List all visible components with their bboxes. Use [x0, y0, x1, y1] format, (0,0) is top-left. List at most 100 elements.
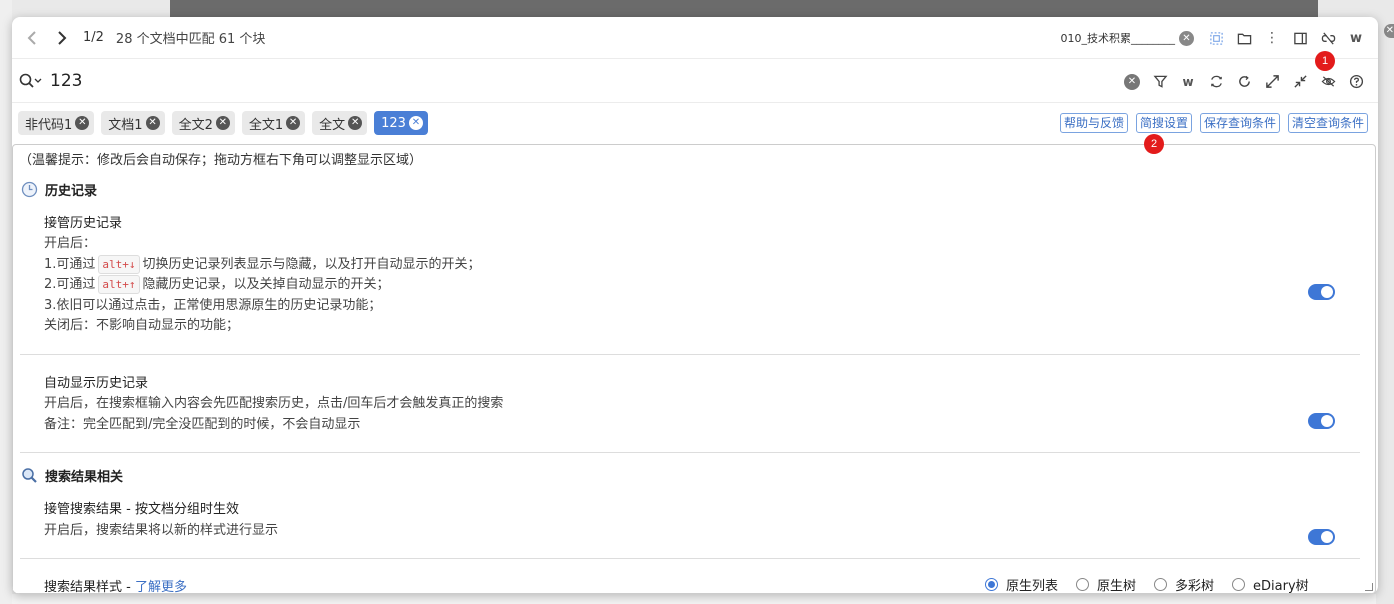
- radio-label: 原生列表: [1006, 579, 1059, 594]
- radio-label: 原生树: [1097, 579, 1137, 594]
- next-page-icon[interactable]: [51, 27, 73, 49]
- desc-text: 1.可通过: [44, 256, 96, 272]
- search-dialog: 1/2 28 个文档中匹配 61 个块 010_技术积累________ ✕ ⋮…: [12, 17, 1378, 594]
- settings-panel: （温馨提示：修改后会自动保存；拖动方框右下角可以调整显示区域） 历史记录 接管历…: [12, 144, 1376, 594]
- word-match-label: w: [1349, 30, 1362, 46]
- results-section-title: 搜索结果相关: [45, 470, 124, 485]
- clear-notebook-icon[interactable]: ✕: [1179, 30, 1194, 46]
- learn-more-link[interactable]: 了解更多: [135, 580, 187, 593]
- radio-label: 多彩树: [1175, 579, 1215, 594]
- query-tag-label: 非代码1: [25, 117, 73, 133]
- desc-line: 开启后，在搜索框输入内容会先匹配搜索历史，点击/回车后才会触发真正的搜索: [44, 396, 504, 411]
- query-tag-label: 123: [381, 115, 406, 131]
- folder-icon[interactable]: [1230, 24, 1258, 52]
- remove-tag-icon[interactable]: ✕: [145, 116, 160, 130]
- auto-history-toggle[interactable]: [1308, 413, 1335, 429]
- query-tag-label: 全文2: [178, 117, 213, 133]
- expand-icon[interactable]: [1258, 68, 1286, 96]
- query-tag[interactable]: 非代码1 ✕: [18, 111, 95, 135]
- hide-preview-icon[interactable]: [1314, 68, 1342, 96]
- divider: [20, 354, 1360, 355]
- style-option-colorful-tree[interactable]: 多彩树: [1154, 575, 1215, 594]
- desc-text: 切换历史记录列表显示与隐藏，以及打开自动显示的开关；: [142, 256, 481, 272]
- filter-icon[interactable]: [1146, 68, 1174, 96]
- history-takeover-toggle[interactable]: [1308, 284, 1335, 300]
- saved-query-bar: 非代码1 ✕ 文档1 ✕ 全文2 ✕ 全文1 ✕ 全文 ✕ 123 ✕ 帮助与反馈 简搜设置…: [12, 104, 1378, 142]
- annotation-badge: 1: [1315, 51, 1335, 71]
- save-query-button[interactable]: 保存查询条件: [1199, 113, 1280, 133]
- results-takeover-toggle[interactable]: [1308, 529, 1335, 545]
- desc-text: 隐藏历史记录，以及关掉自动显示的开关；: [142, 277, 390, 292]
- query-tag-selected[interactable]: 123 ✕: [374, 111, 428, 135]
- settings-tip: （温馨提示：修改后会自动保存；拖动方框右下角可以调整显示区域）: [19, 153, 423, 168]
- clear-search-glyph: ✕: [1124, 73, 1140, 90]
- result-toolbar: 1/2 28 个文档中匹配 61 个块 010_技术积累________ ✕ ⋮…: [12, 17, 1378, 59]
- query-tag[interactable]: 全文2 ✕: [171, 111, 235, 135]
- results-takeover-title: 接管搜索结果 - 按文档分组时生效: [44, 502, 239, 517]
- results-style-options: 原生列表 原生树 多彩树 eDiary树: [985, 575, 1327, 594]
- notebook-filter[interactable]: 010_技术积累________: [1061, 30, 1176, 46]
- page-indicator: 1/2: [83, 30, 104, 45]
- more-icon[interactable]: ⋮: [1258, 24, 1286, 52]
- shortcut-key: alt+↓: [98, 254, 140, 274]
- shortcut-key: alt+↑: [98, 275, 140, 294]
- resize-handle[interactable]: [1365, 583, 1373, 591]
- query-tag-label: 全文: [319, 117, 346, 133]
- background-window: [170, 0, 1318, 18]
- style-option-native-list[interactable]: 原生列表: [985, 575, 1059, 594]
- remove-tag-icon[interactable]: ✕: [215, 116, 230, 130]
- clear-query-button[interactable]: 清空查询条件: [1287, 113, 1368, 133]
- results-style-label: 搜索结果样式 -: [44, 580, 135, 594]
- desc-line: 3.依旧可以通过点击，正常使用思源原生的历史记录功能；: [44, 297, 382, 313]
- panel-icon[interactable]: [1286, 24, 1314, 52]
- style-option-native-tree[interactable]: 原生树: [1076, 575, 1137, 594]
- history-section-header: 历史记录: [21, 180, 97, 199]
- magnifier-icon: [21, 467, 38, 484]
- history-takeover-title: 接管历史记录: [44, 216, 123, 231]
- word-match-icon[interactable]: w: [1342, 24, 1370, 52]
- search-settings-button[interactable]: 简搜设置: [1135, 113, 1192, 133]
- auto-history-title: 自动显示历史记录: [44, 376, 149, 391]
- desc-line: 备注：完全匹配到/完全没匹配到的时候，不会自动显示: [44, 416, 361, 432]
- remove-tag-icon[interactable]: ✕: [348, 116, 363, 130]
- query-tag[interactable]: 文档1 ✕: [101, 111, 165, 135]
- collapse-icon[interactable]: [1286, 68, 1314, 96]
- desc-line: 开启后，搜索结果将以新的样式进行显示: [44, 523, 279, 538]
- query-tag[interactable]: 全文1 ✕: [241, 111, 306, 135]
- background-sidebar: [0, 0, 12, 604]
- desc-line: 1.可通过 alt+↓ 切换历史记录列表显示与隐藏，以及打开自动显示的开关；: [44, 254, 481, 276]
- radio-dot: [985, 578, 998, 591]
- refresh-icon[interactable]: [1230, 68, 1258, 96]
- divider: [20, 558, 1360, 559]
- help-feedback-button[interactable]: 帮助与反馈: [1059, 113, 1128, 133]
- prev-page-icon[interactable]: [21, 27, 43, 49]
- whole-word-icon[interactable]: w: [1174, 68, 1202, 96]
- results-takeover-desc: 开启后，搜索结果将以新的样式进行显示: [44, 521, 278, 542]
- remove-tag-icon[interactable]: ✕: [75, 116, 90, 130]
- query-tag[interactable]: 全文 ✕: [312, 111, 368, 135]
- clear-search-icon[interactable]: ✕: [1118, 68, 1146, 96]
- search-icon[interactable]: [18, 68, 44, 94]
- desc-text: 2.可通过: [44, 277, 96, 292]
- results-style-title: 搜索结果样式 - 了解更多: [44, 576, 187, 594]
- divider: [20, 452, 1360, 453]
- help-icon[interactable]: [1342, 68, 1370, 96]
- remove-tag-icon[interactable]: ✕: [286, 116, 301, 130]
- desc-line: 开启后：: [44, 236, 97, 251]
- search-input[interactable]: [50, 71, 950, 91]
- scope-icon[interactable]: [1202, 24, 1230, 52]
- unlink-icon[interactable]: [1314, 24, 1342, 52]
- search-bar: ✕ w: [12, 60, 1378, 103]
- radio-dot: [1076, 578, 1090, 591]
- style-option-ediary-tree[interactable]: eDiary树: [1232, 575, 1309, 593]
- auto-history-desc: 开启后，在搜索框输入内容会先匹配搜索历史，点击/回车后才会触发真正的搜索 备注：…: [44, 394, 503, 435]
- replace-icon[interactable]: [1202, 68, 1230, 96]
- query-tag-label: 全文1: [248, 117, 284, 133]
- annotation-badge: 2: [1144, 134, 1164, 154]
- match-summary: 28 个文档中匹配 61 个块: [115, 32, 266, 47]
- remove-tag-icon[interactable]: ✕: [408, 116, 423, 130]
- desc-line: 关闭后：不影响自动显示的功能；: [44, 318, 240, 333]
- background-footer: [12, 594, 1376, 604]
- whole-word-label: w: [1182, 74, 1194, 89]
- background-close-icon: ✕: [1384, 24, 1394, 38]
